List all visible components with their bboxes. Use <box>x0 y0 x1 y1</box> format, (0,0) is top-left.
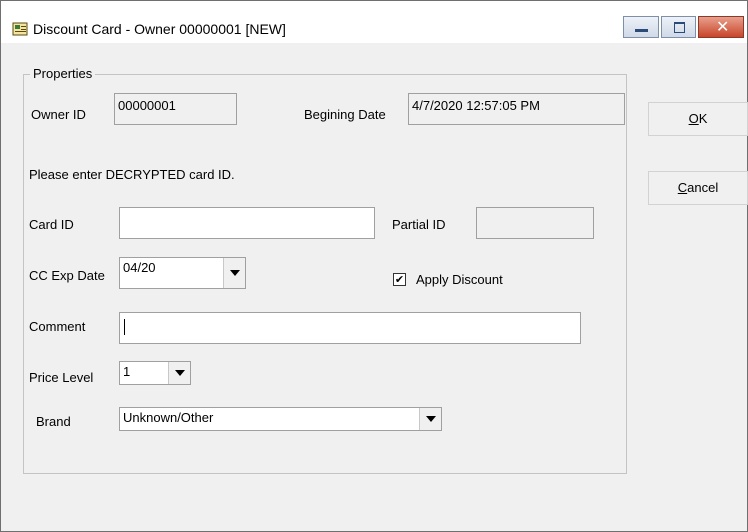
cancel-button[interactable]: Cancel <box>648 171 748 205</box>
document-card-icon <box>12 21 28 37</box>
begin-date-label: Begining Date <box>304 107 386 122</box>
card-id-input[interactable] <box>119 207 375 239</box>
price-level-value: 1 <box>123 364 131 379</box>
apply-discount-checkbox[interactable]: ✔ <box>393 273 406 286</box>
owner-id-label: Owner ID <box>31 107 86 122</box>
close-button[interactable]: ✕ <box>698 16 744 38</box>
comment-label: Comment <box>29 319 86 334</box>
price-level-dropdown-button[interactable] <box>168 362 190 384</box>
ok-mnemonic: O <box>688 111 699 126</box>
instruction-text: Please enter DECRYPTED card ID. <box>29 167 235 182</box>
partial-id-field <box>476 207 594 239</box>
minimize-button[interactable] <box>623 16 659 38</box>
cancel-mnemonic: C <box>677 180 688 195</box>
cc-exp-dropdown-button[interactable] <box>223 258 245 288</box>
close-icon: ✕ <box>716 17 730 36</box>
chevron-down-icon <box>229 270 240 276</box>
window-title: Discount Card - Owner 00000001 [NEW] <box>33 21 286 37</box>
text-cursor <box>124 319 125 335</box>
maximize-button[interactable] <box>661 16 696 38</box>
ok-button[interactable]: OK <box>648 102 748 136</box>
owner-id-field: 00000001 <box>114 93 237 125</box>
cc-exp-date-value: 04/20 <box>123 260 156 275</box>
ok-label-rest: K <box>698 111 708 126</box>
minimize-icon <box>635 29 648 32</box>
brand-label: Brand <box>36 414 71 429</box>
properties-legend: Properties <box>30 66 96 81</box>
chevron-down-icon <box>425 416 436 422</box>
checkmark-icon: ✔ <box>394 273 405 286</box>
brand-value: Unknown/Other <box>123 410 214 425</box>
brand-select[interactable]: Unknown/Other <box>119 407 442 431</box>
card-id-label: Card ID <box>29 217 74 232</box>
price-level-select[interactable]: 1 <box>119 361 191 385</box>
partial-id-label: Partial ID <box>392 217 446 232</box>
title-bar[interactable]: Discount Card - Owner 00000001 [NEW] ✕ <box>1 1 747 43</box>
cc-exp-date-select[interactable]: 04/20 <box>119 257 246 289</box>
price-level-label: Price Level <box>29 370 94 385</box>
cc-exp-date-label: CC Exp Date <box>29 268 105 283</box>
cancel-label-rest: ancel <box>687 180 719 195</box>
brand-dropdown-button[interactable] <box>419 408 441 430</box>
maximize-icon <box>674 22 685 33</box>
comment-input[interactable] <box>119 312 581 344</box>
chevron-down-icon <box>174 370 185 376</box>
apply-discount-label: Apply Discount <box>416 272 503 287</box>
begin-date-field: 4/7/2020 12:57:05 PM <box>408 93 625 125</box>
dialog-window: Discount Card - Owner 00000001 [NEW] ✕ P… <box>0 0 748 532</box>
